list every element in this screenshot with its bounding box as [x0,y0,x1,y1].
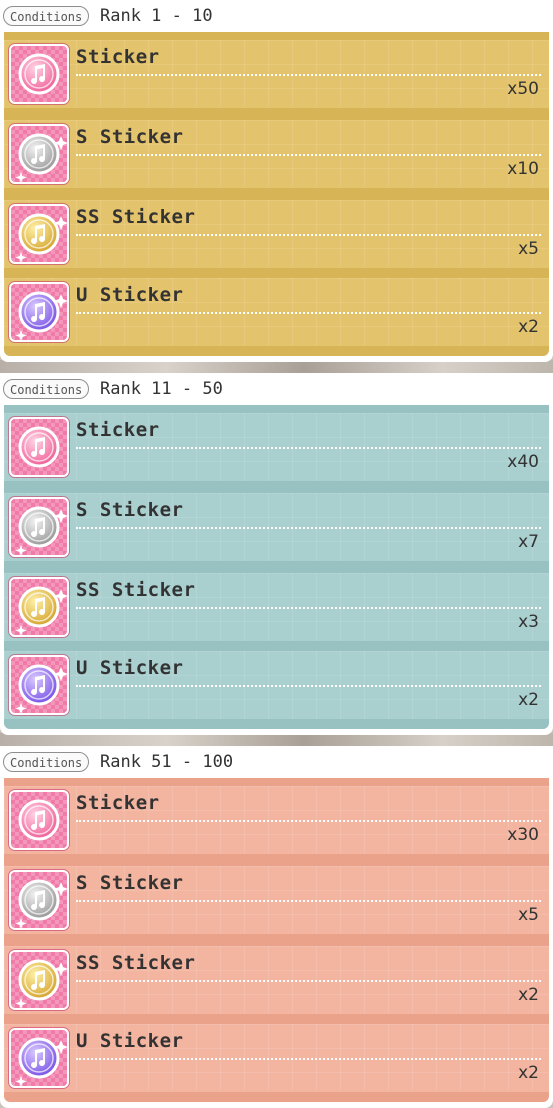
reward-quantity: x5 [518,905,539,925]
dotted-divider [76,1058,541,1060]
reward-item-name: U Sticker [76,1030,184,1052]
rank-range-label: Rank 1 - 10 [100,6,213,26]
reward-quantity: x3 [518,612,539,632]
reward-quantity: x2 [518,317,539,337]
sticker-item-tile[interactable] [9,950,69,1010]
reward-item-name: S Sticker [76,126,184,148]
reward-quantity: x7 [518,532,539,552]
background-strip [0,360,553,374]
sticker-item-tile[interactable] [9,204,69,264]
tier-header: Conditions Rank 1 - 10 [0,0,553,32]
dotted-divider [76,312,541,314]
reward-quantity: x10 [507,159,539,179]
reward-item-name: SS Sticker [76,952,196,974]
sticker-item-tile[interactable] [9,44,69,104]
sticker-item-tile[interactable] [9,577,69,637]
sticker-item-tile[interactable] [9,790,69,850]
reward-item-name: SS Sticker [76,579,196,601]
tier-reward-list: Sticker x50 S Sticker x10 SS Sticker x5 U S… [4,32,549,356]
dotted-divider [76,447,541,449]
conditions-badge: Conditions [3,752,90,772]
rank-range-label: Rank 11 - 50 [100,379,223,399]
reward-tier-panel: Conditions Rank 11 - 50 Sticker x40 S Stic… [0,373,553,735]
dotted-divider [76,234,541,236]
sticker-item-tile[interactable] [9,417,69,477]
sticker-item-tile[interactable] [9,497,69,557]
sticker-item-tile[interactable] [9,870,69,930]
conditions-badge: Conditions [3,379,90,399]
conditions-badge: Conditions [3,6,90,26]
sticker-item-tile[interactable] [9,655,69,715]
background-strip [0,733,553,747]
reward-row: SS Sticker x5 [4,200,549,268]
reward-quantity: x2 [518,1063,539,1083]
reward-row: U Sticker x2 [4,1024,549,1092]
reward-row: SS Sticker x2 [4,946,549,1014]
dotted-divider [76,154,541,156]
dotted-divider [76,820,541,822]
sticker-item-tile[interactable] [9,124,69,184]
reward-item-name: U Sticker [76,284,184,306]
sticker-item-tile[interactable] [9,1028,69,1088]
reward-quantity: x50 [507,79,539,99]
dotted-divider [76,685,541,687]
reward-quantity: x2 [518,690,539,710]
reward-row: Sticker x30 [4,786,549,854]
reward-item-name: Sticker [76,46,160,68]
reward-item-name: S Sticker [76,499,184,521]
reward-row: S Sticker x7 [4,493,549,561]
reward-row: SS Sticker x3 [4,573,549,641]
tier-header: Conditions Rank 51 - 100 [0,746,553,778]
reward-row: U Sticker x2 [4,651,549,719]
reward-row: U Sticker x2 [4,278,549,346]
reward-row: S Sticker x5 [4,866,549,934]
reward-tier-panel: Conditions Rank 1 - 10 Sticker x50 S Stick… [0,0,553,362]
reward-row: Sticker x50 [4,40,549,108]
reward-row: Sticker x40 [4,413,549,481]
reward-tier-panel: Conditions Rank 51 - 100 Sticker x30 S Sti… [0,746,553,1108]
dotted-divider [76,900,541,902]
reward-item-name: Sticker [76,419,160,441]
reward-quantity: x2 [518,985,539,1005]
tier-reward-list: Sticker x30 S Sticker x5 SS Sticker x2 U St… [4,778,549,1102]
dotted-divider [76,74,541,76]
tier-header: Conditions Rank 11 - 50 [0,373,553,405]
reward-quantity: x40 [507,452,539,472]
dotted-divider [76,980,541,982]
reward-item-name: U Sticker [76,657,184,679]
reward-row: S Sticker x10 [4,120,549,188]
sticker-item-tile[interactable] [9,282,69,342]
dotted-divider [76,607,541,609]
reward-item-name: SS Sticker [76,206,196,228]
rank-range-label: Rank 51 - 100 [100,752,234,772]
tier-reward-list: Sticker x40 S Sticker x7 SS Sticker x3 U St… [4,405,549,729]
reward-item-name: Sticker [76,792,160,814]
reward-quantity: x5 [518,239,539,259]
reward-quantity: x30 [507,825,539,845]
dotted-divider [76,527,541,529]
reward-item-name: S Sticker [76,872,184,894]
